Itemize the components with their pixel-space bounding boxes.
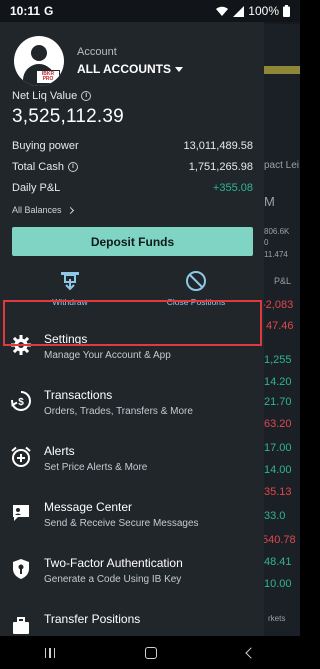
bg-pl-value: 48.41 bbox=[264, 556, 292, 568]
net-liq-label: Net Liq Value bbox=[12, 90, 78, 102]
total-cash-value: 1,751,265.98 bbox=[188, 161, 253, 173]
bg-pl-value: -2,083 bbox=[262, 299, 294, 311]
info-icon[interactable]: i bbox=[81, 91, 92, 101]
account-header: IBKR PRO Account ALL ACCOUNTS bbox=[14, 36, 183, 86]
menu-subtitle: Generate a Code Using IB Key bbox=[44, 574, 182, 585]
deposit-funds-button[interactable]: Deposit Funds bbox=[12, 227, 253, 256]
menu-item-two-factor[interactable]: Two-Factor Authentication Generate a Cod… bbox=[0, 546, 264, 596]
close-positions-label: Close Positions bbox=[166, 297, 226, 307]
withdraw-label: Withdraw bbox=[52, 297, 88, 307]
bg-pl-value: 63.20 bbox=[264, 418, 292, 430]
bg-pl-value: 10.00 bbox=[264, 578, 292, 590]
alarm-icon bbox=[11, 446, 31, 467]
all-balances-label: All Balances bbox=[12, 205, 62, 215]
menu-item-settings[interactable]: Settings Manage Your Account & App bbox=[0, 322, 264, 372]
menu-title: Message Center bbox=[44, 500, 133, 514]
wifi-icon bbox=[216, 6, 229, 16]
battery-percent: 100% bbox=[248, 4, 279, 18]
menu-title: Alerts bbox=[44, 444, 75, 458]
menu-title: Transactions bbox=[44, 388, 113, 402]
menu-title: Settings bbox=[44, 332, 88, 346]
menu-title: Transfer Positions bbox=[44, 612, 141, 626]
transfer-icon bbox=[13, 617, 29, 634]
status-time: 10:11 bbox=[10, 4, 41, 18]
back-button[interactable] bbox=[245, 646, 257, 659]
account-drawer: IBKR PRO Account ALL ACCOUNTS Net Liq Va… bbox=[0, 22, 264, 636]
bg-text: 0 bbox=[264, 238, 269, 247]
menu-subtitle: Send & Receive Secure Messages bbox=[44, 518, 199, 529]
withdraw-action[interactable]: Withdraw bbox=[20, 270, 120, 307]
account-name: ALL ACCOUNTS bbox=[77, 62, 171, 76]
menu-item-alerts[interactable]: Alerts Set Price Alerts & More bbox=[0, 434, 264, 484]
close-positions-action[interactable]: Close Positions bbox=[146, 270, 246, 307]
gear-icon bbox=[11, 335, 31, 355]
bg-pl-value: 21.70 bbox=[264, 396, 292, 408]
recents-button[interactable] bbox=[44, 647, 56, 658]
system-nav-bar bbox=[0, 636, 300, 669]
account-selector[interactable]: ALL ACCOUNTS bbox=[77, 62, 183, 76]
total-cash-label-group: Total Cash i bbox=[12, 161, 78, 173]
bg-pl-value: 33.0 bbox=[264, 510, 286, 522]
bg-text: rkets bbox=[268, 614, 286, 623]
status-right: 100% bbox=[215, 4, 290, 18]
chevron-right-icon bbox=[66, 206, 74, 214]
shield-key-icon bbox=[13, 559, 29, 579]
daily-pl-label: Daily P&L bbox=[12, 182, 61, 194]
menu-subtitle: Set Price Alerts & More bbox=[44, 462, 148, 473]
menu-title: Two-Factor Authentication bbox=[44, 556, 183, 570]
net-liq-label-row: Net Liq Value i bbox=[12, 90, 92, 102]
account-text: Account ALL ACCOUNTS bbox=[77, 46, 183, 76]
bg-pl-value: 1,255 bbox=[264, 354, 292, 366]
bg-pl-value: 14.00 bbox=[264, 464, 292, 476]
bg-pl-value: 540.78 bbox=[262, 534, 296, 546]
buying-power-value: 13,011,489.58 bbox=[183, 140, 253, 152]
menu-subtitle: Orders, Trades, Transfers & More bbox=[44, 406, 193, 417]
bg-text: pact Lei bbox=[264, 160, 300, 171]
menu-subtitle: Manage Your Account & App bbox=[44, 350, 171, 361]
avatar-head bbox=[31, 45, 47, 61]
menu-item-transactions[interactable]: $ Transactions Orders, Trades, Transfers… bbox=[0, 378, 264, 428]
bg-text: 11.474 bbox=[264, 250, 288, 259]
total-cash-label: Total Cash bbox=[12, 161, 64, 173]
bg-pl-value: 35.13 bbox=[264, 486, 292, 498]
menu-item-message-center[interactable]: Message Center Send & Receive Secure Mes… bbox=[0, 490, 264, 540]
total-cash-row: Total Cash i 1,751,265.98 bbox=[12, 161, 253, 173]
bg-text: 806.6K bbox=[264, 227, 290, 236]
daily-pl-value: +355.08 bbox=[212, 182, 253, 194]
transactions-icon: $ bbox=[11, 391, 31, 411]
daily-pl-row: Daily P&L +355.08 bbox=[12, 182, 253, 194]
net-liq-value: 3,525,112.39 bbox=[12, 106, 124, 127]
background-portfolio-column: pact Lei M 806.6K 0 11.474 P&L -2,083 47… bbox=[262, 24, 300, 636]
bg-pl-value: 47.46 bbox=[266, 320, 294, 332]
background-highlight-bar bbox=[262, 66, 300, 74]
signal-icon bbox=[233, 5, 245, 17]
home-button[interactable] bbox=[145, 646, 158, 659]
buying-power-label: Buying power bbox=[12, 140, 79, 152]
info-icon[interactable]: i bbox=[67, 162, 78, 172]
buying-power-row: Buying power 13,011,489.58 bbox=[12, 140, 253, 152]
bg-text: P&L bbox=[274, 276, 292, 286]
battery-icon bbox=[283, 5, 290, 17]
prohibited-icon bbox=[186, 271, 206, 291]
ibkr-badge: IBKR PRO bbox=[36, 70, 60, 84]
message-icon bbox=[13, 505, 29, 521]
all-balances-link[interactable]: All Balances bbox=[12, 205, 74, 215]
caret-down-icon bbox=[175, 66, 183, 72]
bg-pl-value: 14.20 bbox=[264, 376, 292, 388]
google-icon: G bbox=[44, 4, 54, 18]
menu-item-transfer-positions[interactable]: Transfer Positions bbox=[0, 602, 264, 636]
bg-pl-value: 17.00 bbox=[264, 442, 292, 454]
account-label: Account bbox=[77, 46, 117, 58]
bg-text: M bbox=[264, 194, 275, 209]
svg-text:$: $ bbox=[18, 397, 24, 408]
withdraw-icon bbox=[61, 272, 79, 291]
status-bar: 10:11 G 100% bbox=[0, 0, 300, 22]
avatar[interactable]: IBKR PRO bbox=[14, 36, 64, 86]
